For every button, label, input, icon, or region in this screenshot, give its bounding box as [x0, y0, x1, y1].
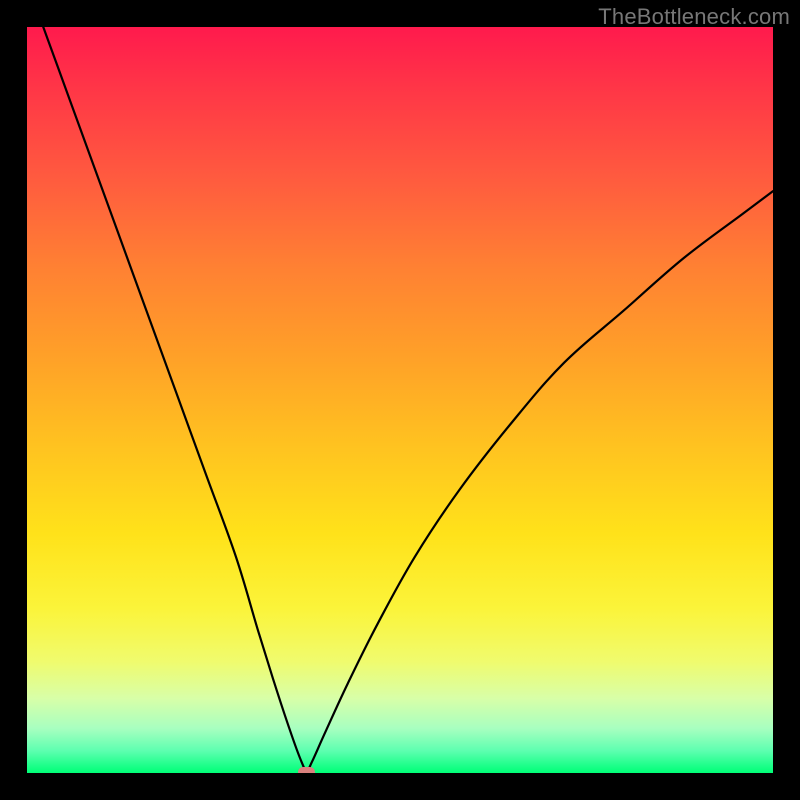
plot-area: [27, 27, 773, 773]
minimum-marker: [298, 767, 315, 773]
bottleneck-curve: [27, 27, 773, 773]
watermark-text: TheBottleneck.com: [598, 4, 790, 30]
chart-frame: TheBottleneck.com: [0, 0, 800, 800]
